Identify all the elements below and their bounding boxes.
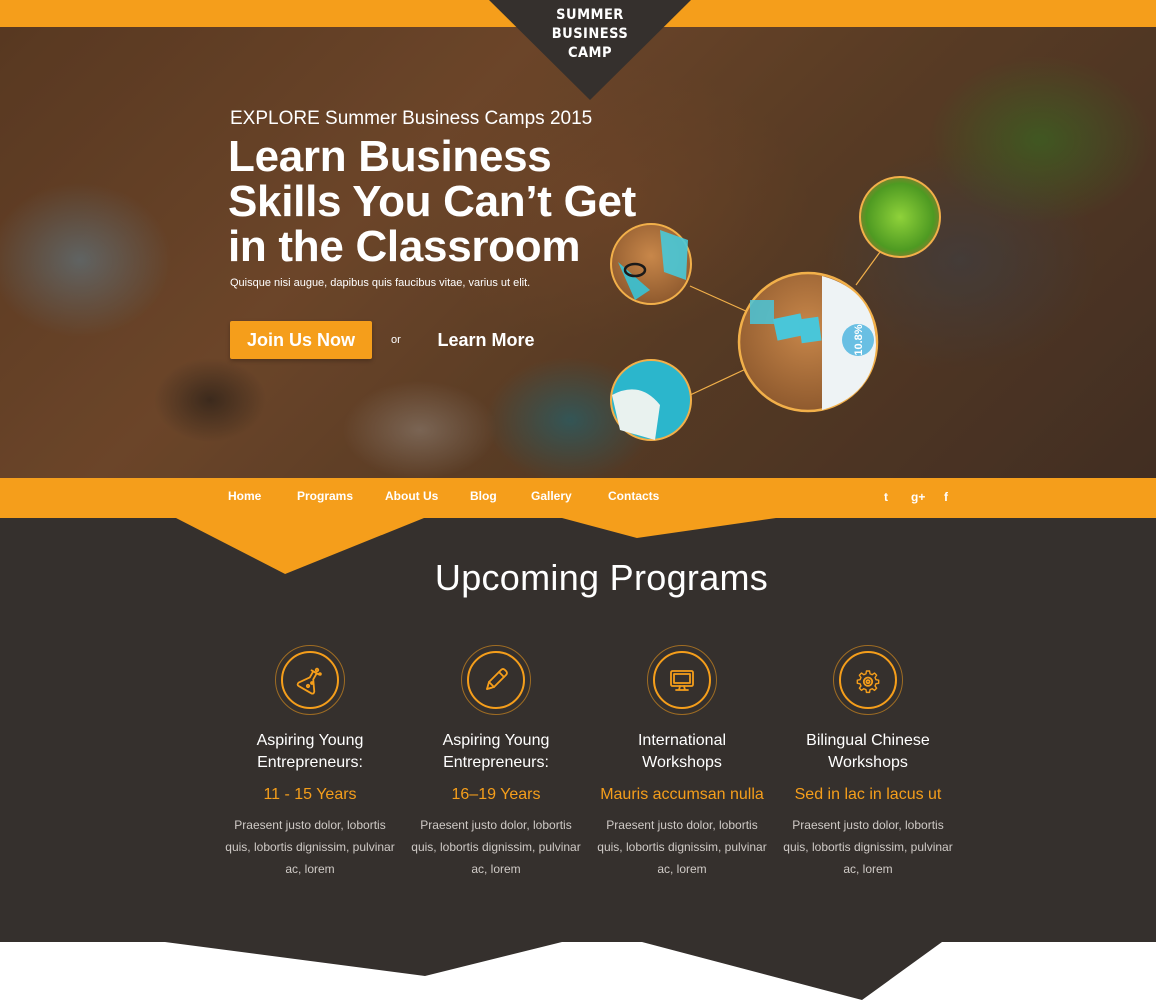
nav-about-us[interactable]: About Us bbox=[385, 489, 438, 503]
twitter-icon[interactable]: t bbox=[884, 490, 888, 504]
program-card-2[interactable]: Aspiring Young Entrepreneurs: 16–19 Year… bbox=[411, 645, 581, 880]
monitor-icon bbox=[647, 645, 717, 715]
nav-home[interactable]: Home bbox=[228, 489, 261, 503]
program-card-title: International Workshops bbox=[637, 732, 727, 771]
gear-icon bbox=[833, 645, 903, 715]
program-card-4[interactable]: Bilingual Chinese Workshops Sed in lac i… bbox=[783, 645, 953, 880]
program-card-title: Aspiring Young Entrepreneurs: bbox=[256, 732, 364, 771]
logo-text[interactable]: SUMMER BUSINESS CAMP bbox=[545, 6, 635, 63]
main-nav: Home Programs About Us Blog Gallery Cont… bbox=[0, 478, 1156, 518]
program-card-subtitle: Sed in lac in lacus ut bbox=[794, 786, 942, 803]
program-card-title: Aspiring Young Entrepreneurs: bbox=[442, 732, 550, 771]
percentage-badge-text: 10.8% bbox=[853, 324, 865, 355]
program-card-subtitle: 16–19 Years bbox=[451, 786, 541, 803]
program-card-subtitle: Mauris accumsan nulla bbox=[600, 786, 764, 803]
google-plus-icon[interactable]: g+ bbox=[911, 490, 925, 504]
program-card-description: Praesent justo dolor, lobortis quis, lob… bbox=[597, 818, 767, 876]
flask-icon bbox=[275, 645, 345, 715]
program-card-1[interactable]: Aspiring Young Entrepreneurs: 11 - 15 Ye… bbox=[225, 645, 395, 880]
nav-blog[interactable]: Blog bbox=[470, 489, 497, 503]
program-card-subtitle: 11 - 15 Years bbox=[263, 786, 357, 803]
program-card-description: Praesent justo dolor, lobortis quis, lob… bbox=[783, 818, 953, 876]
nav-gallery[interactable]: Gallery bbox=[531, 489, 572, 503]
photo-circle-glasses bbox=[610, 223, 692, 305]
nav-contacts[interactable]: Contacts bbox=[608, 489, 659, 503]
pencil-icon bbox=[461, 645, 531, 715]
programs-title: Upcoming Programs bbox=[434, 557, 769, 598]
facebook-icon[interactable]: f bbox=[944, 490, 948, 504]
program-card-title: Bilingual Chinese Workshops bbox=[806, 732, 930, 771]
program-card-description: Praesent justo dolor, lobortis quis, lob… bbox=[225, 818, 395, 876]
photo-circle-mouse bbox=[610, 359, 692, 441]
program-card-description: Praesent justo dolor, lobortis quis, lob… bbox=[411, 818, 581, 876]
photo-circle-plant bbox=[859, 176, 941, 258]
program-card-3[interactable]: International Workshops Mauris accumsan … bbox=[597, 645, 767, 880]
nav-programs[interactable]: Programs bbox=[297, 489, 353, 503]
percentage-badge: 10.8% bbox=[842, 324, 874, 356]
